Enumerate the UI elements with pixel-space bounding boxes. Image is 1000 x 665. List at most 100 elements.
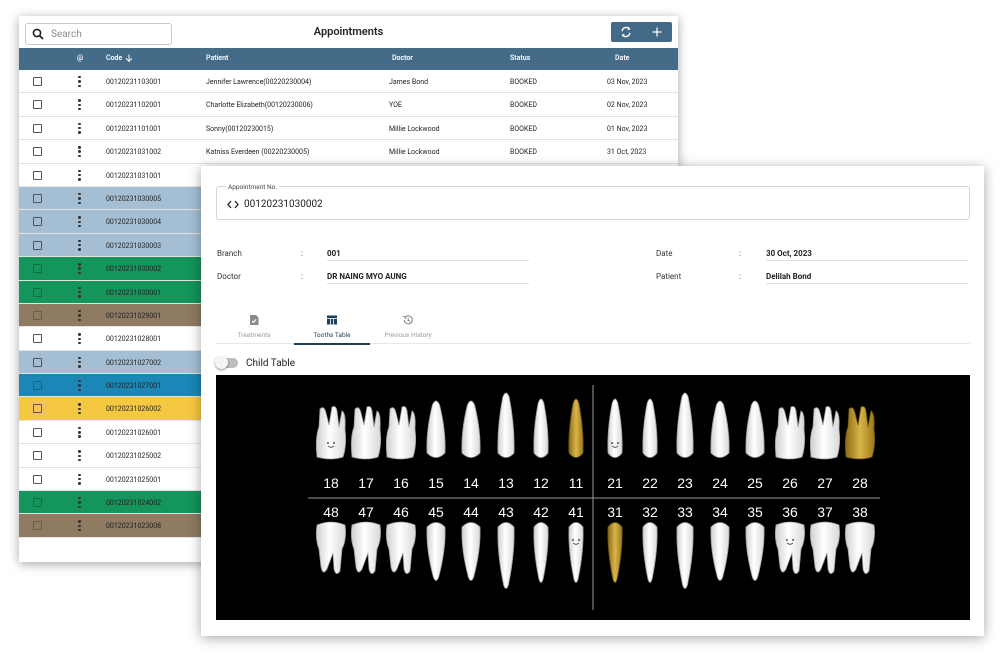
row-checkbox[interactable] <box>33 264 42 274</box>
row-checkbox[interactable] <box>33 100 42 110</box>
tooth-44[interactable] <box>461 522 481 581</box>
tab-tooths-table[interactable]: Tooths Table <box>294 314 370 345</box>
tooth-22[interactable] <box>642 398 658 458</box>
row-menu-icon[interactable] <box>78 520 81 532</box>
tooth-11[interactable] <box>568 398 584 458</box>
row-menu-icon[interactable] <box>78 309 81 321</box>
row-checkbox[interactable] <box>33 474 42 484</box>
branch-label: Branch <box>217 249 242 258</box>
child-table-toggle[interactable] <box>215 356 238 369</box>
tooth-37[interactable] <box>809 521 840 574</box>
column-doctor-header[interactable]: Doctor <box>392 54 413 62</box>
tooth-34[interactable] <box>710 522 730 581</box>
tooth-32[interactable] <box>642 522 658 583</box>
tab-previous-history[interactable]: Previous History <box>370 314 446 339</box>
tooth-41[interactable] <box>568 522 584 583</box>
row-checkbox[interactable] <box>33 77 42 86</box>
tooth-15[interactable] <box>426 400 446 458</box>
tooth-42[interactable] <box>533 522 549 583</box>
row-checkbox[interactable] <box>33 357 42 367</box>
row-menu-icon[interactable] <box>78 169 81 181</box>
table-row[interactable]: 00120231101001 Sonny(00120230015) Millie… <box>19 116 678 141</box>
row-checkbox[interactable] <box>33 498 42 508</box>
row-code: 00120231031002 <box>106 148 162 157</box>
tooth-35[interactable] <box>745 522 765 581</box>
row-checkbox[interactable] <box>33 334 42 344</box>
tooth-47[interactable] <box>350 521 381 574</box>
column-code-header[interactable]: Code <box>106 54 133 62</box>
tooth-18[interactable] <box>315 406 347 460</box>
tooth-13[interactable] <box>497 392 515 458</box>
row-menu-icon[interactable] <box>78 286 81 298</box>
tooth-31[interactable] <box>607 522 623 583</box>
tooth-face-eye <box>611 442 613 444</box>
tooth-45[interactable] <box>426 522 446 581</box>
tooth-shape-44 <box>461 522 481 581</box>
row-menu-icon[interactable] <box>78 497 81 509</box>
row-checkbox[interactable] <box>33 193 42 203</box>
row-menu-icon[interactable] <box>78 403 81 415</box>
column-patient-header[interactable]: Patient <box>206 54 228 62</box>
row-checkbox[interactable] <box>33 310 42 320</box>
tooth-16[interactable] <box>385 406 417 460</box>
row-menu-icon[interactable] <box>78 356 81 368</box>
tooth-48[interactable] <box>315 521 346 574</box>
tooth-38[interactable] <box>844 521 875 574</box>
tooth-12[interactable] <box>533 398 549 458</box>
row-checkbox[interactable] <box>33 147 42 157</box>
tooth-46[interactable] <box>385 521 416 574</box>
appointment-number-field[interactable]: Appointment No. 00120231030002 <box>216 183 970 220</box>
tooth-26[interactable] <box>774 406 806 460</box>
tooth-23[interactable] <box>676 392 694 458</box>
row-checkbox[interactable] <box>33 404 42 414</box>
row-menu-icon[interactable] <box>78 122 81 134</box>
code-brackets-icon <box>227 200 239 209</box>
column-status-header[interactable]: Status <box>510 54 530 62</box>
table-row[interactable]: 00120231031002 Katniss Everdeen (0022023… <box>19 140 678 164</box>
tooth-21[interactable] <box>607 398 623 458</box>
tooth-43[interactable] <box>497 522 515 589</box>
tooth-14[interactable] <box>461 400 481 458</box>
table-row[interactable]: 00120231103001 Jennifer Lawrence(0022023… <box>19 70 678 94</box>
tab-treatments[interactable]: Treatments <box>216 314 292 339</box>
row-code: 00120231030001 <box>106 288 162 297</box>
tooth-25[interactable] <box>745 400 765 458</box>
table-row[interactable]: 00120231102001 Charlotte Elizabeth(00120… <box>19 93 678 117</box>
row-checkbox[interactable] <box>33 381 42 391</box>
tooth-36[interactable] <box>774 521 805 574</box>
row-menu-icon[interactable] <box>78 380 81 392</box>
tooth-27[interactable] <box>809 406 841 460</box>
column-date-header[interactable]: Date <box>615 54 629 62</box>
row-checkbox[interactable] <box>33 217 42 227</box>
row-menu-icon[interactable] <box>78 216 81 228</box>
tooth-33[interactable] <box>676 522 694 589</box>
row-menu-icon[interactable] <box>78 76 81 87</box>
row-menu-icon[interactable] <box>78 426 81 438</box>
row-menu-icon[interactable] <box>78 146 81 158</box>
row-menu-icon[interactable] <box>78 263 81 275</box>
add-button[interactable] <box>645 22 669 42</box>
sort-arrow-down-icon <box>125 54 133 62</box>
row-checkbox[interactable] <box>33 521 42 531</box>
row-checkbox[interactable] <box>33 123 42 133</box>
row-menu-icon[interactable] <box>78 333 81 345</box>
tooth-number-36: 36 <box>782 504 798 520</box>
row-checkbox[interactable] <box>33 170 42 180</box>
row-menu-icon[interactable] <box>78 450 81 462</box>
row-checkbox[interactable] <box>33 240 42 250</box>
row-date: 03 Nov, 2023 <box>607 78 648 86</box>
row-checkbox[interactable] <box>33 427 42 437</box>
tooth-17[interactable] <box>350 406 382 460</box>
row-checkbox[interactable] <box>33 287 42 297</box>
row-menu-icon[interactable] <box>78 192 81 204</box>
row-menu-icon[interactable] <box>78 473 81 485</box>
tooth-face-eye <box>578 539 580 541</box>
tooth-24[interactable] <box>710 400 730 458</box>
tooth-28[interactable] <box>844 406 876 460</box>
row-checkbox[interactable] <box>33 451 42 461</box>
row-menu-icon[interactable] <box>78 99 81 111</box>
refresh-button[interactable] <box>614 22 638 42</box>
tooth-number-26: 26 <box>782 475 798 491</box>
tooth-shape-11 <box>568 398 584 458</box>
row-menu-icon[interactable] <box>78 239 81 251</box>
